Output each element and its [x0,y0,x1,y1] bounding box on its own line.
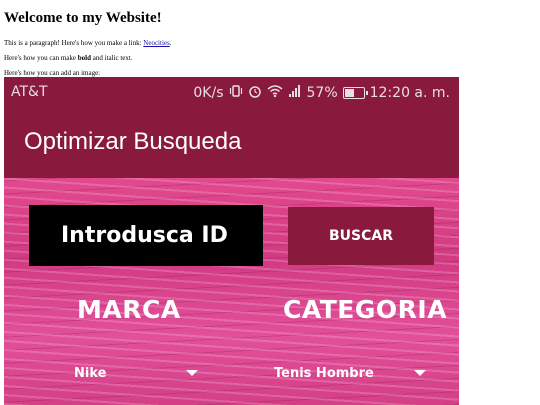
neocities-link[interactable]: Neocities [143,39,169,47]
battery-fill [344,89,354,97]
paragraph-bold-after: and italic text. [91,54,133,62]
paragraph-bold-before: Here's how you can make [4,54,78,62]
web-page: Welcome to my Website! This is a paragra… [4,0,536,78]
clock-time: 12:20 a. m. [369,85,450,101]
chevron-down-icon [186,370,198,376]
battery-percent: 57% [306,85,338,101]
search-form: BUSCAR MARCA CATEGORIA Nike Tenis Hombre [4,178,459,405]
category-label: CATEGORIA [283,295,448,324]
wifi-icon [267,84,283,102]
category-dropdown[interactable]: Tenis Hombre [274,360,426,386]
search-button[interactable]: BUSCAR [288,207,434,265]
app-title: Optimizar Busqueda [24,128,242,155]
bold-word: bold [77,54,91,62]
brand-label: MARCA [77,295,181,324]
app-bar: Optimizar Busqueda [4,108,459,178]
paragraph-text: This is a paragraph! Here's how you make… [4,39,144,47]
battery-icon [342,87,368,99]
alarm-icon [248,84,262,102]
page-heading: Welcome to my Website! [4,10,162,26]
category-selected-value: Tenis Hombre [274,365,374,381]
id-input[interactable] [29,205,263,266]
vibrate-icon [229,84,243,102]
signal-icon [288,84,302,102]
status-right: 0K/s 57% 12:20 a. m. [193,84,450,102]
paragraph-bold: Here's how you can make bold and italic … [4,53,536,63]
carrier-label: AT&T [11,84,48,100]
brand-selected-value: Nike [74,365,107,381]
brand-dropdown[interactable]: Nike [74,360,198,386]
status-bar: AT&T 0K/s 57% 12:20 a. m. [4,77,459,108]
network-speed: 0K/s [193,85,224,101]
phone-screenshot: AT&T 0K/s 57% 12:20 a. m. Optimizar Busq… [4,77,459,405]
chevron-down-icon [414,370,426,376]
paragraph-link: This is a paragraph! Here's how you make… [4,38,536,48]
paragraph-period: . [169,39,172,47]
